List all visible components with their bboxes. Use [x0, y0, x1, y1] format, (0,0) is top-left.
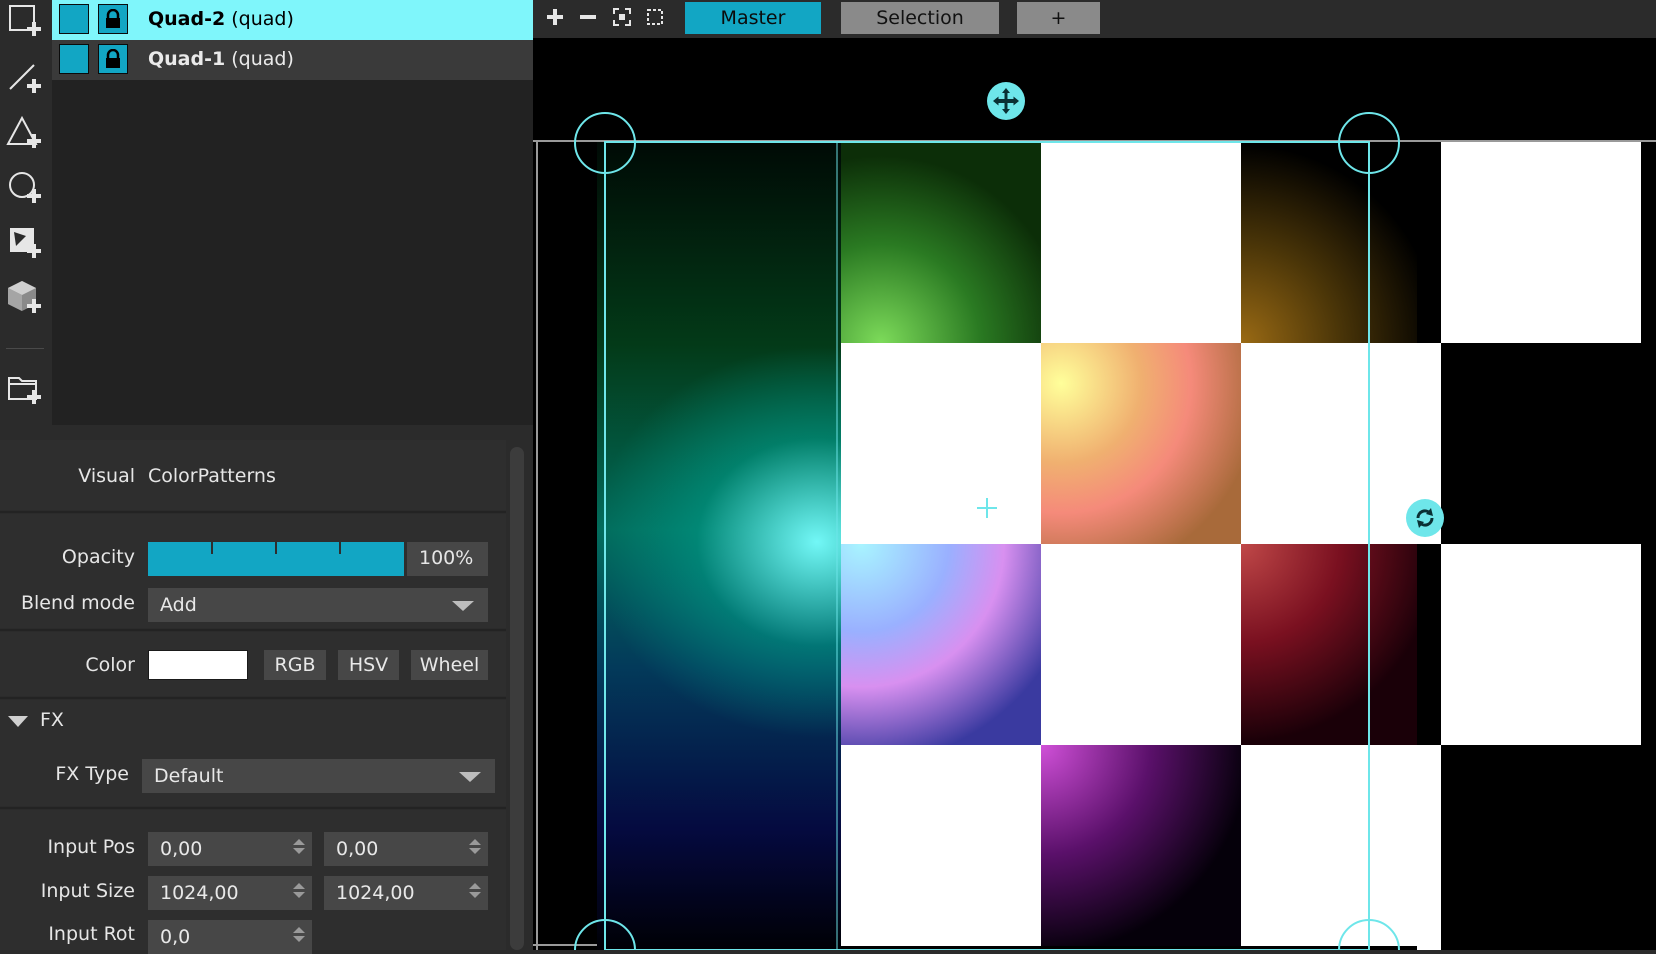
input-size-h-field[interactable]: 1024,00	[324, 876, 488, 910]
spinner-icon[interactable]	[468, 836, 482, 862]
opacity-value: 100%	[419, 547, 474, 569]
fx-section: FX FX Type Default	[0, 700, 506, 806]
visual-section: Visual ColorPatterns	[0, 440, 506, 510]
visual-label: Visual	[78, 465, 135, 487]
minus-icon[interactable]	[576, 0, 600, 34]
tab-master[interactable]: Master	[685, 2, 821, 34]
lock-icon[interactable]	[98, 4, 128, 34]
color-label: Color	[85, 654, 135, 676]
fx-type-dropdown[interactable]: Default	[142, 759, 495, 793]
visual-value[interactable]: ColorPatterns	[148, 465, 276, 487]
add-triangle-icon[interactable]	[4, 112, 46, 154]
layer-color-swatch[interactable]	[59, 44, 89, 74]
spinner-icon[interactable]	[292, 880, 306, 906]
add-rectangle-icon[interactable]	[4, 0, 46, 42]
input-rot-label: Input Rot	[48, 923, 135, 945]
layer-row-quad-2[interactable]: Quad-2 (quad)	[52, 0, 533, 40]
input-size-w-field[interactable]: 1024,00	[148, 876, 312, 910]
fx-header[interactable]: FX	[40, 709, 64, 731]
input-pos-label: Input Pos	[47, 836, 135, 858]
fit-icon[interactable]	[610, 0, 634, 34]
chevron-down-icon	[459, 772, 481, 782]
input-size-label: Input Size	[40, 880, 135, 902]
rgb-button[interactable]: RGB	[264, 650, 326, 680]
input-pos-y-value: 0,00	[336, 838, 379, 860]
input-rot-value: 0,0	[160, 926, 191, 948]
input-size-w-value: 1024,00	[160, 882, 239, 904]
selection-frame-icon[interactable]	[643, 0, 667, 34]
input-pos-x-field[interactable]: 0,00	[148, 832, 312, 866]
layer-label: Quad-1 (quad)	[148, 48, 294, 70]
layer-label: Quad-2 (quad)	[148, 8, 294, 30]
spinner-icon[interactable]	[292, 836, 306, 862]
color-swatch[interactable]	[148, 650, 248, 680]
tool-column	[0, 0, 50, 425]
spinner-icon[interactable]	[468, 880, 482, 906]
opacity-blend-section: Opacity 100% Blend mode Add	[0, 514, 506, 628]
input-rot-field[interactable]: 0,0	[148, 920, 312, 954]
color-section: Color RGB HSV Wheel	[0, 632, 506, 696]
move-handle-icon[interactable]	[987, 82, 1025, 120]
spinner-icon[interactable]	[292, 924, 306, 950]
blend-mode-dropdown[interactable]: Add	[148, 588, 488, 622]
add-3d-object-icon[interactable]	[4, 277, 46, 319]
input-transform-section: Input Pos 0,00 0,00 Input Size 1024,00 1…	[0, 810, 506, 954]
quad-2-selection-overlay	[574, 112, 1400, 950]
blend-mode-value: Add	[160, 594, 197, 616]
canvas-viewport[interactable]	[533, 38, 1656, 950]
plus-icon[interactable]	[543, 0, 567, 34]
blend-mode-label: Blend mode	[20, 592, 135, 614]
properties-panel: Visual ColorPatterns Opacity 100% Blend …	[0, 440, 506, 954]
add-circle-icon[interactable]	[4, 167, 46, 209]
tool-divider	[6, 348, 44, 349]
add-folder-icon[interactable]	[4, 368, 46, 410]
chevron-down-icon	[452, 601, 474, 611]
properties-scrollbar[interactable]	[510, 447, 524, 950]
add-line-icon[interactable]	[4, 57, 46, 99]
input-size-h-value: 1024,00	[336, 882, 415, 904]
hsv-button[interactable]: HSV	[338, 650, 399, 680]
viewport-toolbar: Master Selection +	[533, 0, 1656, 38]
lock-icon[interactable]	[98, 44, 128, 74]
input-pos-y-field[interactable]: 0,00	[324, 832, 488, 866]
rotate-handle-icon[interactable]	[1406, 499, 1444, 537]
add-tab-button[interactable]: +	[1017, 2, 1100, 34]
opacity-slider[interactable]: 100%	[148, 542, 488, 576]
add-mask-icon[interactable]	[4, 222, 46, 264]
fx-type-label: FX Type	[55, 763, 129, 785]
tab-selection[interactable]: Selection	[841, 2, 999, 34]
opacity-label: Opacity	[61, 546, 135, 568]
input-pos-x-value: 0,00	[160, 838, 203, 860]
collapse-triangle-icon[interactable]	[8, 716, 28, 727]
wheel-button[interactable]: Wheel	[411, 650, 488, 680]
layer-row-quad-1[interactable]: Quad-1 (quad)	[52, 40, 533, 80]
layer-color-swatch[interactable]	[59, 4, 89, 34]
layer-list: Quad-2 (quad) Quad-1 (quad)	[52, 0, 533, 425]
fx-type-value: Default	[154, 765, 224, 787]
